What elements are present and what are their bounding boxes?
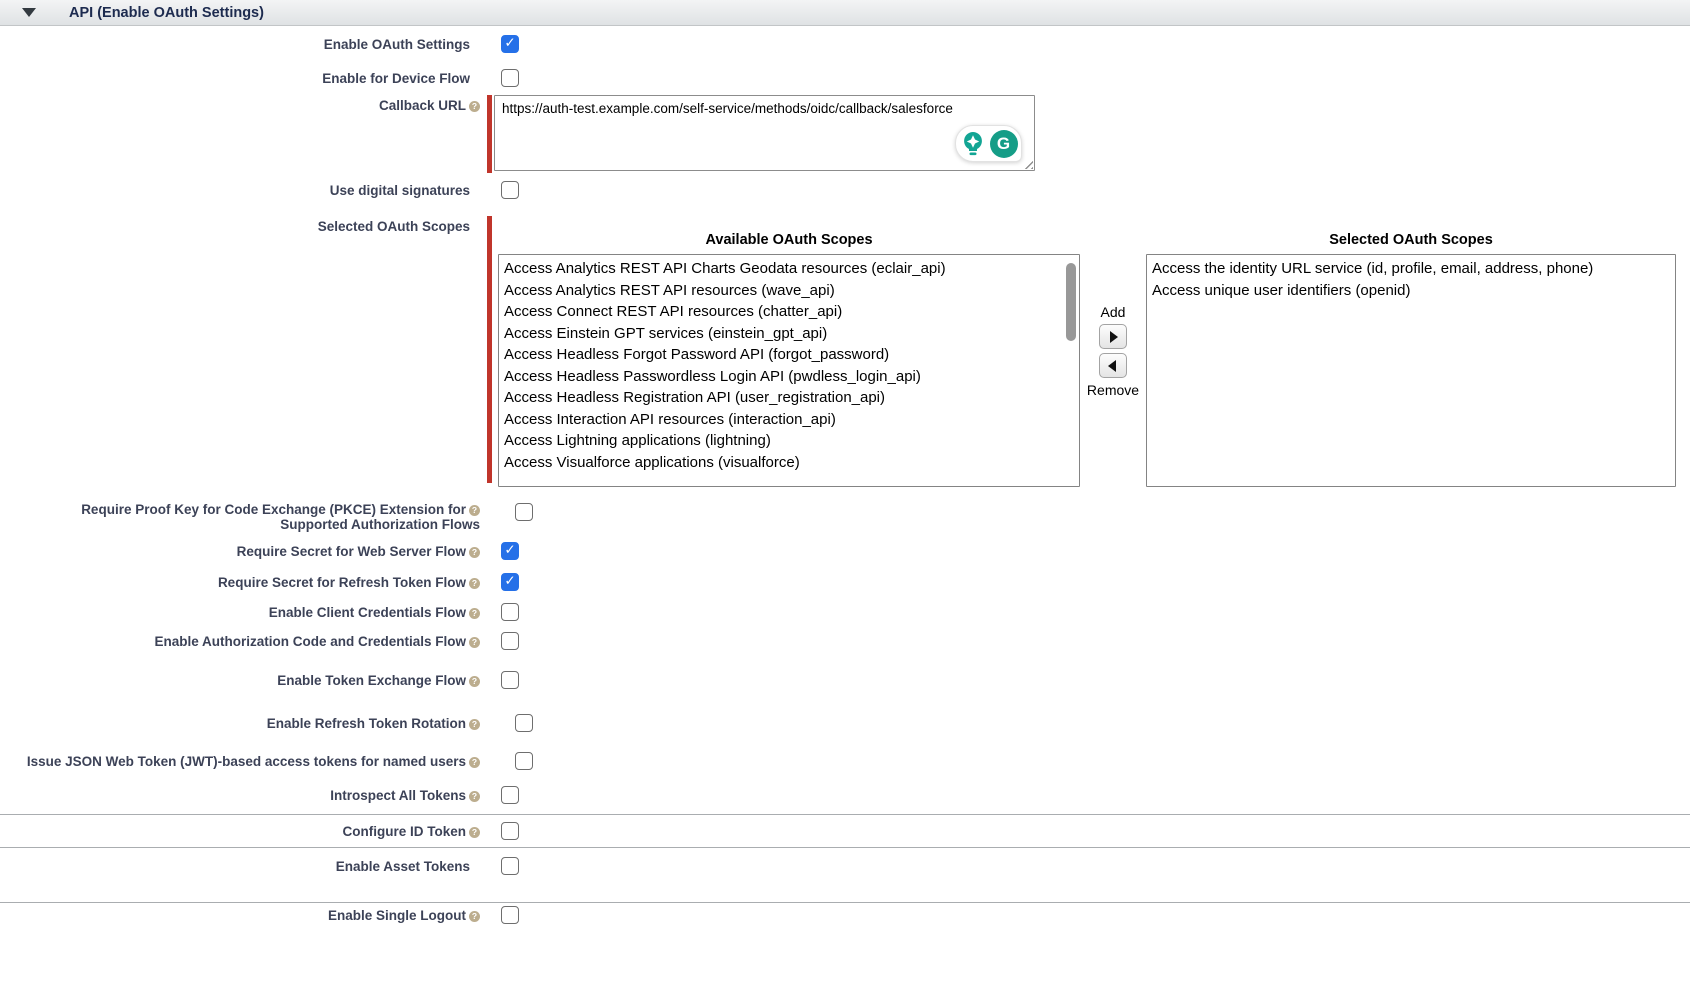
- grammarly-icon[interactable]: G: [990, 130, 1018, 158]
- scope-option[interactable]: Access the identity URL service (id, pro…: [1152, 258, 1675, 280]
- jwt-tokens-help-icon[interactable]: ?: [469, 757, 480, 768]
- pkce-help-icon[interactable]: ?: [469, 505, 480, 516]
- pkce-label-line2: Supported Authorization Flows: [0, 517, 480, 532]
- pkce-checkbox[interactable]: [515, 503, 533, 521]
- scope-option[interactable]: Access Lightning applications (lightning…: [504, 430, 1079, 452]
- client-credentials-label: Enable Client Credentials Flow: [269, 605, 466, 620]
- row-callback-url: Callback URL? https://auth-test.example.…: [0, 95, 1690, 173]
- section-header: API (Enable OAuth Settings): [0, 0, 1690, 26]
- token-exchange-label: Enable Token Exchange Flow: [277, 673, 466, 688]
- grammarly-widget[interactable]: G: [955, 125, 1022, 162]
- configure-id-token-label: Configure ID Token: [343, 824, 467, 839]
- add-label: Add: [1101, 304, 1126, 320]
- callback-url-label: Callback URL: [379, 98, 466, 113]
- secret-refresh-token-checkbox[interactable]: [501, 573, 519, 591]
- row-refresh-token-rotation: Enable Refresh Token Rotation?: [0, 713, 1690, 732]
- row-secret-web-server: Require Secret for Web Server Flow?: [0, 541, 1690, 560]
- digital-signatures-label: Use digital signatures: [0, 180, 480, 198]
- row-secret-refresh-token: Require Secret for Refresh Token Flow?: [0, 572, 1690, 591]
- row-client-credentials: Enable Client Credentials Flow?: [0, 602, 1690, 621]
- secret-web-server-help-icon[interactable]: ?: [469, 547, 480, 558]
- enable-oauth-label: Enable OAuth Settings: [0, 34, 480, 52]
- lightbulb-icon[interactable]: [960, 130, 986, 158]
- scope-option[interactable]: Access Analytics REST API Charts Geodata…: [504, 258, 1079, 280]
- row-jwt-tokens: Issue JSON Web Token (JWT)-based access …: [0, 751, 1690, 770]
- configure-id-token-checkbox[interactable]: [501, 822, 519, 840]
- left-arrow-icon: [1108, 360, 1116, 372]
- section-title: API (Enable OAuth Settings): [69, 5, 264, 21]
- right-arrow-icon: [1110, 331, 1118, 343]
- configure-id-token-help-icon[interactable]: ?: [469, 827, 480, 838]
- row-auth-code-credentials: Enable Authorization Code and Credential…: [0, 631, 1690, 650]
- row-device-flow: Enable for Device Flow: [0, 68, 1690, 87]
- scope-option[interactable]: Access Interaction API resources (intera…: [504, 409, 1079, 431]
- collapse-section-icon[interactable]: [22, 8, 36, 17]
- enable-oauth-checkbox[interactable]: [501, 35, 519, 53]
- add-scope-button[interactable]: [1099, 324, 1127, 349]
- single-logout-checkbox[interactable]: [501, 906, 519, 924]
- row-digital-signatures: Use digital signatures: [0, 180, 1690, 199]
- introspect-all-label: Introspect All Tokens: [330, 788, 466, 803]
- row-single-logout: Enable Single Logout?: [0, 905, 1690, 924]
- token-exchange-help-icon[interactable]: ?: [469, 676, 480, 687]
- device-flow-checkbox[interactable]: [501, 69, 519, 87]
- scope-option[interactable]: Access Analytics REST API resources (wav…: [504, 280, 1079, 302]
- scope-option[interactable]: Access Connect REST API resources (chatt…: [504, 301, 1079, 323]
- asset-tokens-label: Enable Asset Tokens: [0, 856, 480, 874]
- available-scopes-listbox[interactable]: Access Analytics REST API Charts Geodata…: [498, 254, 1080, 487]
- row-introspect-all: Introspect All Tokens?: [0, 785, 1690, 804]
- row-configure-id-token: Configure ID Token?: [0, 821, 1690, 840]
- auth-code-credentials-checkbox[interactable]: [501, 632, 519, 650]
- scope-option[interactable]: Access Visualforce applications (visualf…: [504, 452, 1079, 474]
- oauth-scopes-label: Selected OAuth Scopes: [0, 216, 480, 234]
- required-field-bar: [487, 216, 492, 483]
- single-logout-help-icon[interactable]: ?: [469, 911, 480, 922]
- refresh-token-rotation-help-icon[interactable]: ?: [469, 719, 480, 730]
- scope-option[interactable]: Access Einstein GPT services (einstein_g…: [504, 323, 1079, 345]
- secret-refresh-token-help-icon[interactable]: ?: [469, 578, 480, 589]
- row-token-exchange: Enable Token Exchange Flow?: [0, 670, 1690, 689]
- refresh-token-rotation-label: Enable Refresh Token Rotation: [267, 716, 466, 731]
- scope-option[interactable]: Access Headless Forgot Password API (for…: [504, 344, 1079, 366]
- row-pkce: Require Proof Key for Code Exchange (PKC…: [0, 499, 1690, 532]
- section-divider: [0, 814, 1690, 815]
- required-field-bar: [487, 95, 492, 173]
- callback-url-help-icon[interactable]: ?: [469, 101, 480, 112]
- client-credentials-help-icon[interactable]: ?: [469, 608, 480, 619]
- remove-label: Remove: [1087, 382, 1139, 398]
- scope-option[interactable]: Access unique user identifiers (openid): [1152, 280, 1675, 302]
- pkce-label-line1: Require Proof Key for Code Exchange (PKC…: [81, 502, 466, 517]
- token-exchange-checkbox[interactable]: [501, 671, 519, 689]
- digital-signatures-checkbox[interactable]: [501, 181, 519, 199]
- selected-scopes-listbox[interactable]: Access the identity URL service (id, pro…: [1146, 254, 1676, 487]
- callback-url-input[interactable]: https://auth-test.example.com/self-servi…: [494, 95, 1035, 171]
- auth-code-credentials-help-icon[interactable]: ?: [469, 637, 480, 648]
- auth-code-credentials-label: Enable Authorization Code and Credential…: [154, 634, 466, 649]
- section-divider: [0, 902, 1690, 903]
- row-enable-oauth: Enable OAuth Settings: [0, 34, 1690, 53]
- row-oauth-scopes: Selected OAuth Scopes Available OAuth Sc…: [0, 216, 1690, 487]
- available-scopes-header: Available OAuth Scopes: [498, 216, 1080, 254]
- selected-scopes-header: Selected OAuth Scopes: [1146, 216, 1676, 254]
- section-divider: [0, 847, 1690, 848]
- remove-scope-button[interactable]: [1099, 353, 1127, 378]
- refresh-token-rotation-checkbox[interactable]: [515, 714, 533, 732]
- secret-web-server-label: Require Secret for Web Server Flow: [237, 544, 466, 559]
- introspect-all-checkbox[interactable]: [501, 786, 519, 804]
- secret-web-server-checkbox[interactable]: [501, 542, 519, 560]
- scope-option[interactable]: Access Headless Passwordless Login API (…: [504, 366, 1079, 388]
- row-asset-tokens: Enable Asset Tokens: [0, 856, 1690, 875]
- jwt-tokens-checkbox[interactable]: [515, 752, 533, 770]
- single-logout-label: Enable Single Logout: [328, 908, 466, 923]
- introspect-all-help-icon[interactable]: ?: [469, 791, 480, 802]
- jwt-tokens-label: Issue JSON Web Token (JWT)-based access …: [27, 754, 466, 769]
- secret-refresh-token-label: Require Secret for Refresh Token Flow: [218, 575, 466, 590]
- client-credentials-checkbox[interactable]: [501, 603, 519, 621]
- device-flow-label: Enable for Device Flow: [0, 68, 480, 86]
- scrollbar-thumb[interactable]: [1066, 263, 1076, 341]
- scope-option[interactable]: Access Headless Registration API (user_r…: [504, 387, 1079, 409]
- asset-tokens-checkbox[interactable]: [501, 857, 519, 875]
